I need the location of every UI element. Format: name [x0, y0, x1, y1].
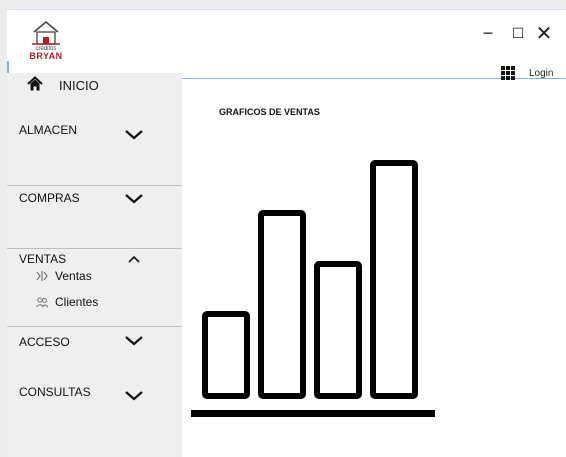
page-title: GRAFICOS DE VENTAS	[219, 107, 320, 117]
minimize-button[interactable]: −	[477, 22, 499, 44]
subitem-label: Ventas	[55, 269, 92, 283]
bar-chart-icon	[191, 160, 435, 417]
section-label: VENTAS	[19, 252, 67, 266]
chevron-down-icon	[125, 130, 143, 140]
sidebar-item-label: INICIO	[59, 78, 99, 93]
bar-4	[370, 160, 418, 399]
sidebar: INICIO ALMACEN COMPRAS VENTAS Ventas Cli…	[7, 73, 182, 457]
accent-edge	[7, 61, 9, 73]
chevron-down-icon	[125, 194, 143, 204]
section-label: ALMACEN	[19, 123, 78, 137]
chevron-down-icon	[125, 336, 143, 346]
close-button[interactable]: ✕	[533, 22, 555, 45]
house-logo-icon	[32, 21, 60, 45]
maximize-button[interactable]: ☐	[507, 22, 529, 44]
sidebar-section-acceso[interactable]: ACCESO	[7, 327, 182, 367]
sidebar-section-almacen[interactable]: ALMACEN	[7, 113, 182, 173]
logo-brand: BRYAN	[29, 51, 63, 61]
title-bar: créditos BRYAN − ☐ ✕ Login	[7, 9, 566, 80]
bar-2	[258, 210, 306, 399]
bar-3	[314, 261, 362, 399]
login-link[interactable]: Login	[529, 68, 553, 79]
section-label: CONSULTAS	[19, 385, 91, 399]
chevron-down-icon	[125, 391, 143, 401]
home-icon	[27, 76, 43, 91]
section-label: COMPRAS	[19, 191, 80, 205]
ventas-icon	[36, 271, 48, 281]
app-window: créditos BRYAN − ☐ ✕ Login INICIO ALMACE…	[7, 9, 566, 457]
company-logo: créditos BRYAN	[24, 18, 68, 64]
grid-icon[interactable]	[501, 66, 515, 80]
sidebar-item-inicio[interactable]: INICIO	[7, 73, 182, 97]
bar-1	[202, 311, 250, 399]
baseline	[191, 410, 435, 417]
sidebar-section-consultas[interactable]: CONSULTAS	[7, 378, 182, 418]
sidebar-section-compras[interactable]: COMPRAS	[7, 186, 182, 246]
chevron-up-icon	[128, 255, 140, 263]
sidebar-section-ventas[interactable]: VENTAS	[7, 249, 182, 269]
section-label: ACCESO	[19, 335, 70, 349]
clientes-icon	[36, 297, 49, 308]
subitem-label: Clientes	[55, 295, 99, 309]
